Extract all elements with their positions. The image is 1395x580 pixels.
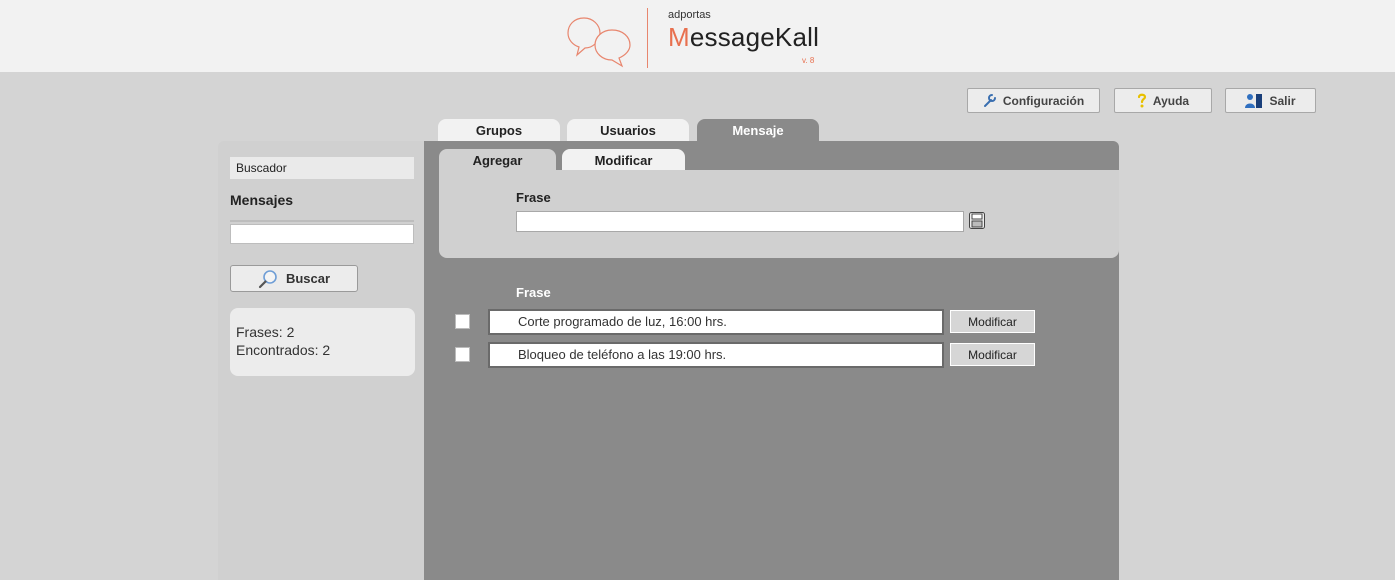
subtab-agregar[interactable]: Agregar [439,149,556,171]
exit-button[interactable]: Salir [1225,88,1316,113]
brand-name: MessageKall [668,22,819,53]
modify-button[interactable]: Modificar [950,310,1035,333]
add-phrase-panel: Frase [439,170,1119,258]
help-button-label: Ayuda [1152,93,1190,108]
tab-usuarios[interactable]: Usuarios [567,119,689,142]
search-input[interactable] [230,224,414,244]
subtab-modificar[interactable]: Modificar [562,149,685,171]
wrench-icon [983,94,996,107]
tab-mensaje[interactable]: Mensaje [697,119,819,142]
message-panel: Agregar Modificar Frase Frase Corte prog… [424,141,1119,580]
stat-encontrados: Encontrados: 2 [236,342,331,358]
search-sidebar: Buscador Mensajes Buscar Frases: 2 Encon… [218,141,424,580]
phrase-text: Corte programado de luz, 16:00 hrs. [488,309,944,335]
phrase-row: Corte programado de luz, 16:00 hrs. Modi… [455,309,1075,335]
sidebar-title: Mensajes [230,192,294,208]
sidebar-heading: Buscador [230,157,414,179]
tab-grupos[interactable]: Grupos [438,119,560,142]
users-exit-icon [1245,93,1263,108]
magnifier-icon [258,269,277,288]
brand-company: adportas [668,9,711,21]
stat-frases: Frases: 2 [236,324,295,340]
brand-version: v. 8 [802,56,815,65]
sidebar-divider [230,220,414,222]
add-phrase-input[interactable] [516,211,964,232]
help-button[interactable]: Ayuda [1114,88,1212,113]
brand-name-rest: essageKall [689,22,820,52]
phrase-list-header: Frase [516,285,551,300]
phrase-row: Bloqueo de teléfono a las 19:00 hrs. Mod… [455,342,1075,368]
add-phrase-label: Frase [516,190,551,205]
save-icon[interactable] [969,212,985,229]
app-header: adportas MessageKall v. 8 [0,0,1395,72]
chat-bubbles-icon [567,17,631,68]
question-icon [1137,93,1146,108]
modify-button[interactable]: Modificar [950,343,1035,366]
search-button[interactable]: Buscar [230,265,358,292]
search-stats: Frases: 2 Encontrados: 2 [230,308,415,376]
search-button-label: Buscar [285,271,331,286]
row-checkbox[interactable] [455,314,470,329]
row-checkbox[interactable] [455,347,470,362]
brand-initial: M [668,22,690,52]
config-button[interactable]: Configuración [967,88,1100,113]
exit-button-label: Salir [1269,93,1296,108]
phrase-text: Bloqueo de teléfono a las 19:00 hrs. [488,342,944,368]
logo-divider [647,8,648,68]
config-button-label: Configuración [1002,93,1085,108]
